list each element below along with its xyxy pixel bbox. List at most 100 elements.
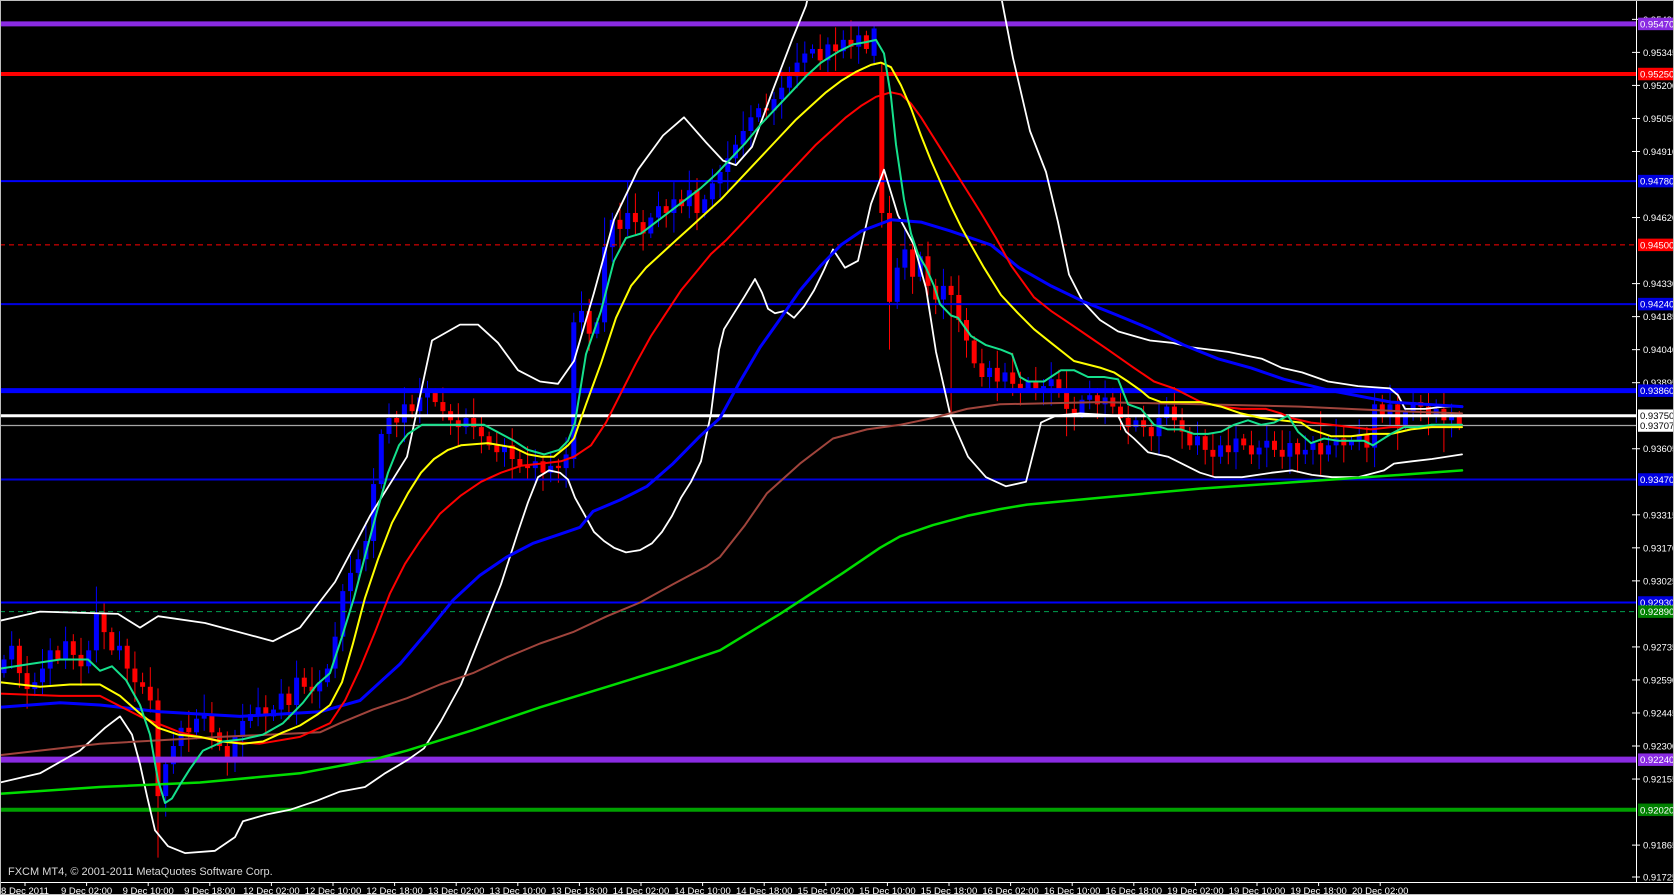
candle — [879, 63, 884, 228]
time-tick-label: 13 Dec 10:00 — [490, 886, 547, 895]
candle-body — [356, 559, 361, 573]
candle-body — [1210, 450, 1215, 457]
candle-body — [1018, 384, 1023, 389]
copyright-text: FXCM MT4, © 2001-2011 MetaQuotes Softwar… — [8, 866, 273, 878]
candle-body — [556, 466, 561, 468]
candle-body — [1341, 438, 1346, 445]
candle-body — [102, 614, 107, 632]
candle-body — [956, 295, 961, 320]
time-tick-label: 12 Dec 02:00 — [243, 886, 300, 895]
time-tick-label: 12 Dec 18:00 — [366, 886, 423, 895]
candle-body — [132, 669, 137, 683]
candle-body — [1195, 436, 1200, 445]
candle-body — [194, 719, 199, 733]
price-tick-label: 0.92300 — [1643, 742, 1674, 753]
level-price-label-0.93470: 0.93470 — [1638, 473, 1674, 486]
candle-body — [1172, 407, 1177, 421]
price-tick-label: 0.93315 — [1643, 510, 1674, 521]
candle-body — [1257, 448, 1262, 455]
candle-body — [55, 650, 60, 659]
candle-body — [979, 363, 984, 377]
price-tick-label: 0.95345 — [1643, 48, 1674, 59]
candle-body — [2, 659, 7, 673]
candle-body — [256, 707, 261, 714]
candle-body — [410, 404, 415, 411]
time-tick-label: 9 Dec 10:00 — [123, 886, 174, 895]
candle-body — [972, 341, 977, 364]
candle-body — [987, 368, 992, 377]
time-tick-label: 14 Dec 10:00 — [674, 886, 731, 895]
price-tick-label: 0.92735 — [1643, 642, 1674, 653]
candle-body — [564, 454, 569, 468]
price-chart[interactable]: 0.954900.953450.952000.950550.949100.946… — [0, 0, 1674, 895]
candle-body — [1203, 436, 1208, 450]
candle-body — [186, 728, 191, 733]
candle-body — [494, 445, 499, 452]
candle-body — [810, 49, 815, 54]
svg-text:0.94500: 0.94500 — [1640, 240, 1674, 251]
candle-body — [94, 614, 99, 650]
candle-body — [1010, 372, 1015, 383]
time-tick-label: 13 Dec 02:00 — [428, 886, 485, 895]
candle-body — [1326, 445, 1331, 454]
level-price-label-0.94500: 0.94500 — [1638, 239, 1674, 252]
candle-body — [1272, 441, 1277, 450]
time-tick-label: 9 Dec 18:00 — [184, 886, 235, 895]
candle-body — [695, 190, 700, 213]
candle-body — [1026, 382, 1031, 389]
mt4-chart-window: 0.954900.953450.952000.950550.949100.946… — [0, 0, 1674, 895]
candle-body — [79, 655, 84, 666]
candle-body — [25, 673, 30, 689]
candle-body — [225, 746, 230, 757]
candle-body — [148, 687, 153, 701]
candle-body — [702, 199, 707, 213]
candle-body — [787, 76, 792, 87]
candle-body — [1003, 372, 1008, 381]
time-tick-label: 20 Dec 02:00 — [1352, 886, 1409, 895]
candle-body — [117, 646, 122, 651]
level-price-label-0.93860: 0.93860 — [1638, 384, 1674, 397]
price-tick-label: 0.93605 — [1643, 444, 1674, 455]
svg-text:0.92890: 0.92890 — [1640, 607, 1674, 618]
svg-text:0.95250: 0.95250 — [1640, 70, 1674, 81]
price-tick-label: 0.92590 — [1643, 675, 1674, 686]
price-tick-label: 0.93025 — [1643, 576, 1674, 587]
svg-text:0.95470: 0.95470 — [1640, 19, 1674, 30]
candle-body — [1234, 438, 1239, 452]
candle-body — [379, 434, 384, 484]
candle-body — [833, 44, 838, 51]
time-tick-label: 15 Dec 10:00 — [859, 886, 916, 895]
price-tick-label: 0.91725 — [1643, 872, 1674, 883]
svg-text:0.93470: 0.93470 — [1640, 475, 1674, 486]
candle-body — [1403, 411, 1408, 425]
candle-body — [910, 249, 915, 276]
svg-text:0.93860: 0.93860 — [1640, 386, 1674, 397]
svg-text:0.92020: 0.92020 — [1640, 805, 1674, 816]
candle-body — [125, 646, 130, 669]
candle-body — [1049, 379, 1054, 386]
candle-body — [710, 183, 715, 199]
candle-body — [1264, 441, 1269, 448]
time-tick-label: 19 Dec 10:00 — [1229, 886, 1286, 895]
candle-body — [1087, 395, 1092, 400]
candle-body — [1311, 443, 1316, 450]
level-price-label-0.92020: 0.92020 — [1638, 804, 1674, 817]
candle-body — [1149, 427, 1154, 436]
candle-body — [656, 206, 661, 217]
time-tick-label: 16 Dec 02:00 — [982, 886, 1039, 895]
candle — [972, 336, 977, 368]
candle-body — [1287, 443, 1292, 457]
price-tick-label: 0.94330 — [1643, 279, 1674, 290]
candle-body — [779, 88, 784, 99]
candle-body — [579, 311, 584, 322]
svg-text:0.94240: 0.94240 — [1640, 300, 1674, 311]
level-price-label-0.95470: 0.95470 — [1638, 18, 1674, 31]
candle-body — [402, 404, 407, 422]
candle-body — [1226, 445, 1231, 452]
price-tick-label: 0.94910 — [1643, 147, 1674, 158]
time-tick-label: 13 Dec 18:00 — [551, 886, 608, 895]
candle-body — [633, 213, 638, 222]
level-price-label-0.94780: 0.94780 — [1638, 175, 1674, 188]
candle-body — [140, 682, 145, 687]
candle-body — [294, 678, 299, 705]
